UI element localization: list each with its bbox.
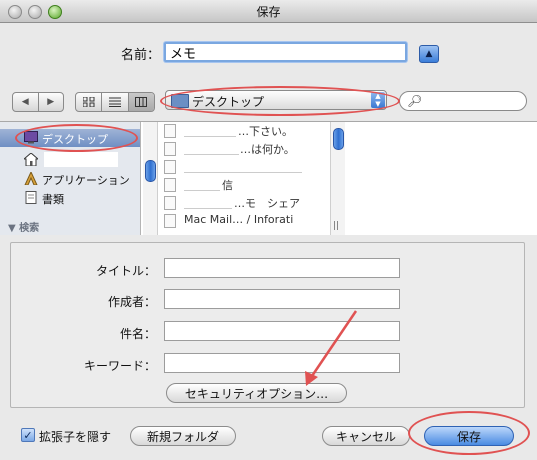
- annotation-arrow: [305, 310, 358, 386]
